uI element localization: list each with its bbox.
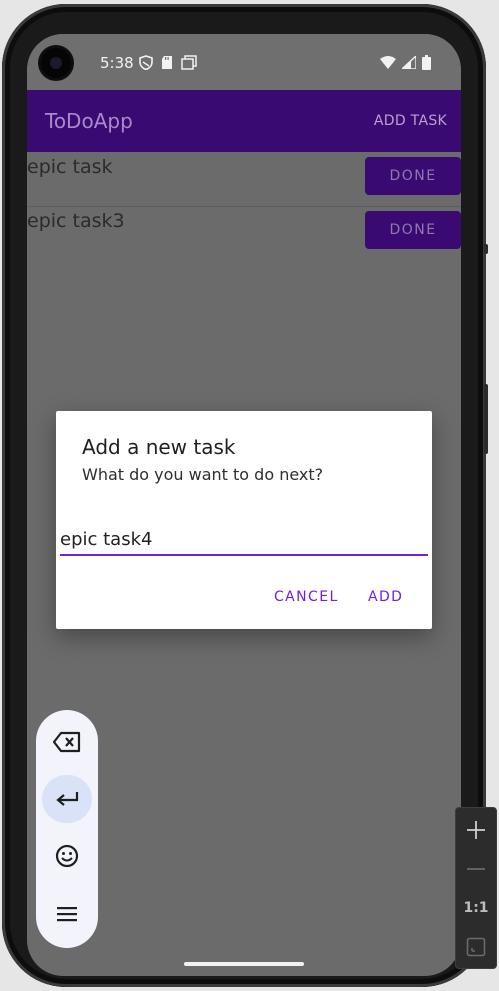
task-title: epic task — [27, 156, 113, 178]
backspace-key[interactable] — [42, 718, 92, 766]
task-title: epic task3 — [27, 210, 125, 232]
zoom-ratio-label: 1:1 — [463, 900, 489, 916]
add-button[interactable]: ADD — [368, 589, 403, 605]
task-row: epic task DONE — [27, 152, 461, 207]
task-input[interactable] — [60, 524, 428, 556]
plus-icon — [467, 821, 485, 839]
app-title: ToDoApp — [45, 109, 133, 133]
enter-icon — [56, 792, 79, 806]
enter-key[interactable] — [42, 775, 92, 823]
app-bar: ToDoApp ADD TASK — [27, 90, 461, 152]
zoom-actual-size-button[interactable]: 1:1 — [456, 888, 496, 928]
phone-volume-button — [484, 384, 488, 454]
add-task-dialog: Add a new task What do you want to do ne… — [56, 411, 432, 629]
device-screen: 5:38 ToDoApp ADD TASK epic task DONE epi… — [27, 34, 461, 976]
zoom-fit-button[interactable] — [456, 927, 496, 967]
done-button[interactable]: DONE — [365, 157, 461, 195]
shield-icon — [139, 55, 153, 70]
menu-icon — [57, 907, 77, 922]
phone-frame: 5:38 ToDoApp ADD TASK epic task DONE epi… — [2, 4, 488, 987]
fit-screen-icon — [466, 937, 486, 957]
dialog-title: Add a new task — [82, 435, 236, 459]
dialog-message: What do you want to do next? — [82, 465, 324, 484]
battery-icon — [422, 55, 431, 70]
wifi-icon — [380, 56, 396, 69]
front-camera — [41, 48, 71, 78]
phone-side-button — [484, 244, 488, 254]
menu-key[interactable] — [42, 890, 92, 938]
keyboard-toolbar — [36, 710, 98, 948]
zoom-in-button[interactable] — [456, 810, 496, 850]
backspace-icon — [53, 731, 81, 753]
emoji-key[interactable] — [42, 832, 92, 880]
home-gesture-bar[interactable] — [184, 962, 304, 966]
minus-icon — [467, 868, 485, 870]
status-bar: 5:38 — [27, 34, 461, 90]
add-task-button[interactable]: ADD TASK — [374, 113, 447, 129]
sd-card-icon — [162, 56, 172, 69]
cancel-button[interactable]: CANCEL — [274, 589, 339, 605]
zoom-out-button[interactable] — [456, 849, 496, 889]
emulator-zoom-panel: 1:1 — [455, 807, 497, 969]
done-button[interactable]: DONE — [365, 211, 461, 249]
screen-icon — [181, 55, 197, 70]
cell-signal-icon — [402, 56, 416, 69]
status-icons-left — [139, 55, 197, 70]
emoji-icon — [55, 844, 79, 868]
task-row: epic task3 DONE — [27, 206, 461, 260]
status-time: 5:38 — [100, 54, 134, 72]
status-icons-right — [380, 55, 431, 70]
